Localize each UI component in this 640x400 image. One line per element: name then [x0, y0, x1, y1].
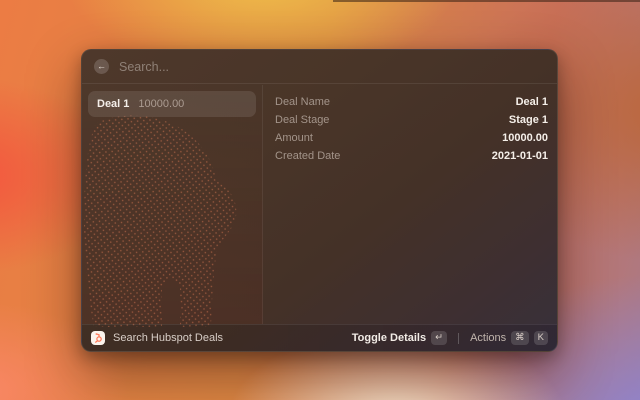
toggle-details-hint[interactable]: Toggle Details ↵ [352, 331, 447, 345]
return-keycap: ↵ [431, 331, 447, 345]
footer-divider [458, 333, 459, 344]
background-window-edge [333, 0, 640, 2]
search-bar: ← [82, 50, 557, 84]
list-item-deal[interactable]: Deal 1 10000.00 [88, 91, 256, 117]
detail-value: Deal 1 [516, 96, 548, 108]
detail-row: Deal Name Deal 1 [275, 93, 548, 111]
action-bar: Search Hubspot Deals Toggle Details ↵ Ac… [82, 324, 557, 351]
content-area: Deal 1 10000.00 Deal Name Deal 1 Deal St… [82, 85, 557, 324]
detail-label: Deal Name [275, 96, 330, 108]
detail-label: Created Date [275, 150, 340, 162]
detail-row: Amount 10000.00 [275, 129, 548, 147]
detail-label: Amount [275, 132, 313, 144]
detail-label: Deal Stage [275, 114, 329, 126]
results-list: Deal 1 10000.00 [82, 85, 263, 324]
detail-row: Deal Stage Stage 1 [275, 111, 548, 129]
actions-label: Actions [470, 332, 506, 344]
launcher-window: ← Deal 1 10000.00 Deal Name Deal 1 [81, 49, 558, 352]
search-input[interactable] [119, 60, 545, 74]
k-keycap: K [534, 331, 548, 345]
back-arrow-icon: ← [97, 59, 106, 74]
detail-value: 10000.00 [502, 132, 548, 144]
command-title: Search Hubspot Deals [113, 332, 223, 344]
actions-hint[interactable]: Actions ⌘ K [470, 331, 548, 345]
detail-panel: Deal Name Deal 1 Deal Stage Stage 1 Amou… [263, 85, 557, 324]
detail-value: 2021-01-01 [492, 150, 548, 162]
detail-value: Stage 1 [509, 114, 548, 126]
cmd-keycap: ⌘ [511, 331, 529, 345]
list-item-subtitle: 10000.00 [138, 98, 184, 110]
toggle-details-label: Toggle Details [352, 332, 426, 344]
back-button[interactable]: ← [94, 59, 109, 74]
halftone-watermark [84, 115, 256, 327]
hubspot-icon [91, 331, 105, 345]
detail-row: Created Date 2021-01-01 [275, 147, 548, 165]
list-item-title: Deal 1 [97, 98, 129, 110]
